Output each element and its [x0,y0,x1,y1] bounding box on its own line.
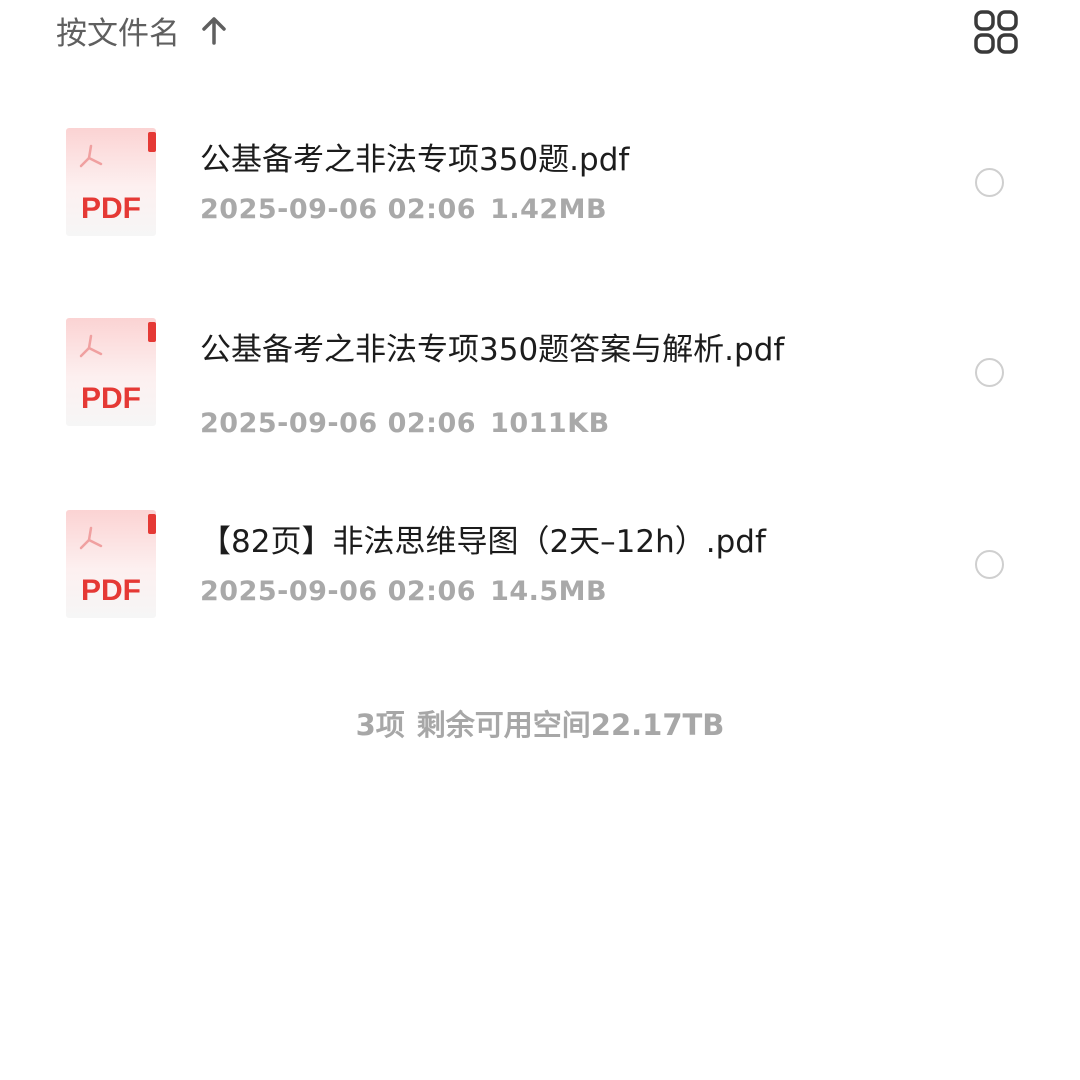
pdf-label: PDF [81,382,141,415]
file-row[interactable]: PDF 公基备考之非法专项350题答案与解析.pdf 2025-09-06 02… [0,308,1080,448]
pdf-file-icon: PDF [64,316,158,428]
select-checkbox[interactable] [975,358,1004,387]
file-meta: 2025-09-06 02:06 1.42MB [200,194,607,225]
select-checkbox[interactable] [975,550,1004,579]
pdf-file-icon: PDF [64,126,158,238]
item-count: 3项 [355,708,405,742]
sort-by-name-button[interactable]: 按文件名 [56,8,228,52]
grid-view-icon [974,10,1018,54]
file-meta: 2025-09-06 02:06 1011KB [200,408,610,439]
file-date: 2025-09-06 02:06 [200,576,477,607]
sort-label: 按文件名 [56,15,180,52]
file-date: 2025-09-06 02:06 [200,408,477,439]
file-size: 1011KB [490,408,610,439]
file-size: 1.42MB [490,194,608,225]
file-size: 14.5MB [490,576,608,607]
free-space: 剩余可用空间22.17TB [416,708,725,742]
file-row[interactable]: PDF 【82页】非法思维导图（2天–12h）.pdf 2025-09-06 0… [0,500,1080,630]
storage-summary: 3项 剩余可用空间22.17TB [0,702,1080,744]
file-name: 公基备考之非法专项350题答案与解析.pdf [200,332,785,368]
arrow-up-icon [202,17,226,45]
pdf-label: PDF [81,192,141,225]
file-date: 2025-09-06 02:06 [200,194,477,225]
pdf-label: PDF [81,574,141,607]
file-name: 公基备考之非法专项350题.pdf [200,142,630,178]
top-bar: 按文件名 [0,0,1080,80]
grid-view-button[interactable] [972,8,1020,56]
file-row[interactable]: PDF 公基备考之非法专项350题.pdf 2025-09-06 02:06 1.… [0,118,1080,248]
select-checkbox[interactable] [975,168,1004,197]
file-meta: 2025-09-06 02:06 14.5MB [200,576,607,607]
pdf-file-icon: PDF [64,508,158,620]
file-name: 【82页】非法思维导图（2天–12h）.pdf [200,524,766,560]
